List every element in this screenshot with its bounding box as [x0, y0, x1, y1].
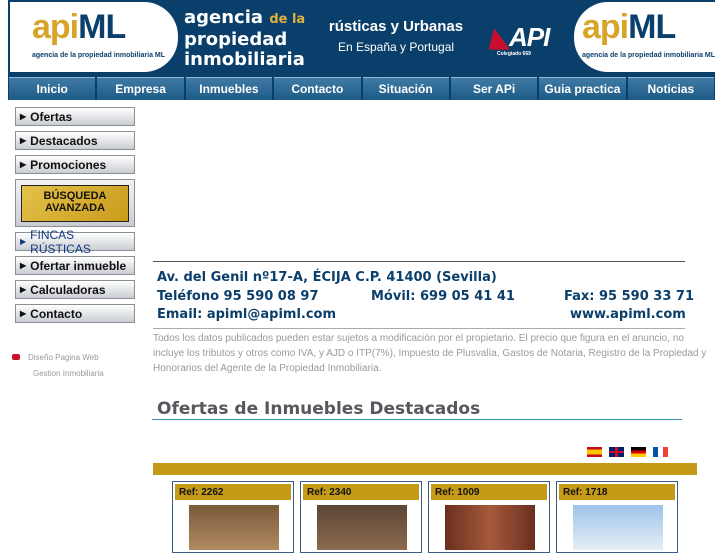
sidebar-item-promociones[interactable]: ▶ Promociones: [15, 155, 135, 174]
nav-inmuebles[interactable]: Inmuebles: [185, 77, 273, 100]
nav-inicio[interactable]: Inicio: [9, 77, 96, 100]
nav-guia-practica[interactable]: Guia practica: [539, 77, 626, 100]
listing-header-bar: [153, 463, 697, 475]
arrow-right-icon: ▶: [20, 285, 27, 294]
property-photo[interactable]: [317, 505, 407, 550]
movil: Móvil: 699 05 41 41: [371, 289, 515, 304]
property-photo[interactable]: [445, 505, 535, 550]
tagline: rústicas y Urbanas: [328, 18, 464, 35]
sidebar-item-ofertar-inmueble[interactable]: ▶ Ofertar inmueble: [15, 256, 135, 275]
sidebar-item-contacto[interactable]: ▶ Contacto: [15, 304, 135, 323]
main-nav: Inicio Empresa Inmuebles Contacto Situac…: [8, 76, 715, 100]
footer-links: Diseño Pagina Web Gestion Inmobiliaria: [12, 350, 104, 382]
arrow-right-icon: ▶: [20, 261, 27, 270]
sidebar-item-ofertas[interactable]: ▶ Ofertas: [15, 107, 135, 126]
arrow-right-icon: ▶: [20, 112, 27, 121]
colegiado-label: Colegiado 669: [497, 51, 531, 57]
germany-flag-icon[interactable]: [631, 447, 646, 457]
header-banner: apiML agencia de la propiedad inmobiliar…: [8, 0, 715, 76]
address: Av. del Genil nº17-A, ÉCIJA C.P. 41400 (…: [157, 270, 497, 285]
property-photo[interactable]: [189, 505, 279, 550]
section-title: Ofertas de Inmuebles Destacados: [157, 399, 481, 419]
listing-card[interactable]: Ref: 1718: [556, 481, 678, 553]
api-logo-icon: ◣API: [490, 22, 550, 52]
uk-flag-icon[interactable]: [609, 447, 624, 457]
nav-noticias[interactable]: Noticias: [627, 77, 714, 100]
property-photo[interactable]: [573, 505, 663, 550]
france-flag-icon[interactable]: [653, 447, 668, 457]
listing-card[interactable]: Ref: 1009: [428, 481, 550, 553]
featured-listings: Ref: 2262 Ref: 2340 Ref: 1009 Ref: 1718: [172, 481, 678, 553]
gestion-inmobiliaria-link[interactable]: Gestion Inmobiliaria: [12, 366, 104, 382]
listing-card[interactable]: Ref: 2262: [172, 481, 294, 553]
nav-contacto[interactable]: Contacto: [274, 77, 361, 100]
sidebar-item-fincas-rusticas[interactable]: ▶ FINCAS RÚSTICAS: [15, 228, 135, 256]
fax: Fax: 95 590 33 71: [564, 289, 694, 304]
arrow-right-icon: ▶: [20, 309, 27, 318]
website-link[interactable]: www.apiml.com: [570, 307, 686, 322]
listing-card[interactable]: Ref: 2340: [300, 481, 422, 553]
nav-empresa[interactable]: Empresa: [97, 77, 184, 100]
web-icon: [12, 354, 20, 360]
busqueda-avanzada-button[interactable]: BÚSQUEDA AVANZADA: [15, 179, 135, 227]
diseno-web-link[interactable]: Diseño Pagina Web: [12, 350, 104, 366]
spain-flag-icon[interactable]: [587, 447, 602, 457]
sidebar-item-destacados[interactable]: ▶ Destacados: [15, 131, 135, 150]
agency-title: agencia de la propiedad inmobiliaria: [184, 7, 306, 70]
language-selector: [587, 447, 668, 457]
apiml-logo-left[interactable]: apiML agencia de la propiedad inmobiliar…: [10, 2, 178, 72]
apiml-logo-right: apiML agencia de la propiedad inmobiliar…: [574, 2, 715, 72]
arrow-right-icon: ▶: [20, 160, 27, 169]
divider: [153, 261, 685, 262]
email-link[interactable]: Email: apiml@apiml.com: [157, 307, 336, 322]
arrow-right-icon: ▶: [20, 136, 27, 145]
divider: [153, 328, 685, 329]
arrow-right-icon: ▶: [20, 237, 27, 246]
sidebar-item-calculadoras[interactable]: ▶ Calculadoras: [15, 280, 135, 299]
section-underline: [152, 419, 682, 420]
nav-ser-api[interactable]: Ser APi: [450, 77, 538, 100]
nav-situacion[interactable]: Situación: [362, 77, 449, 100]
disclaimer-text: Todos los datos publicados pueden estar …: [153, 333, 707, 374]
sidebar: ▶ Ofertas ▶ Destacados ▶ Promociones BÚSQUE…: [15, 107, 135, 328]
telefono: Teléfono 95 590 08 97: [157, 289, 319, 304]
subtagline: En España y Portugal: [337, 40, 455, 54]
